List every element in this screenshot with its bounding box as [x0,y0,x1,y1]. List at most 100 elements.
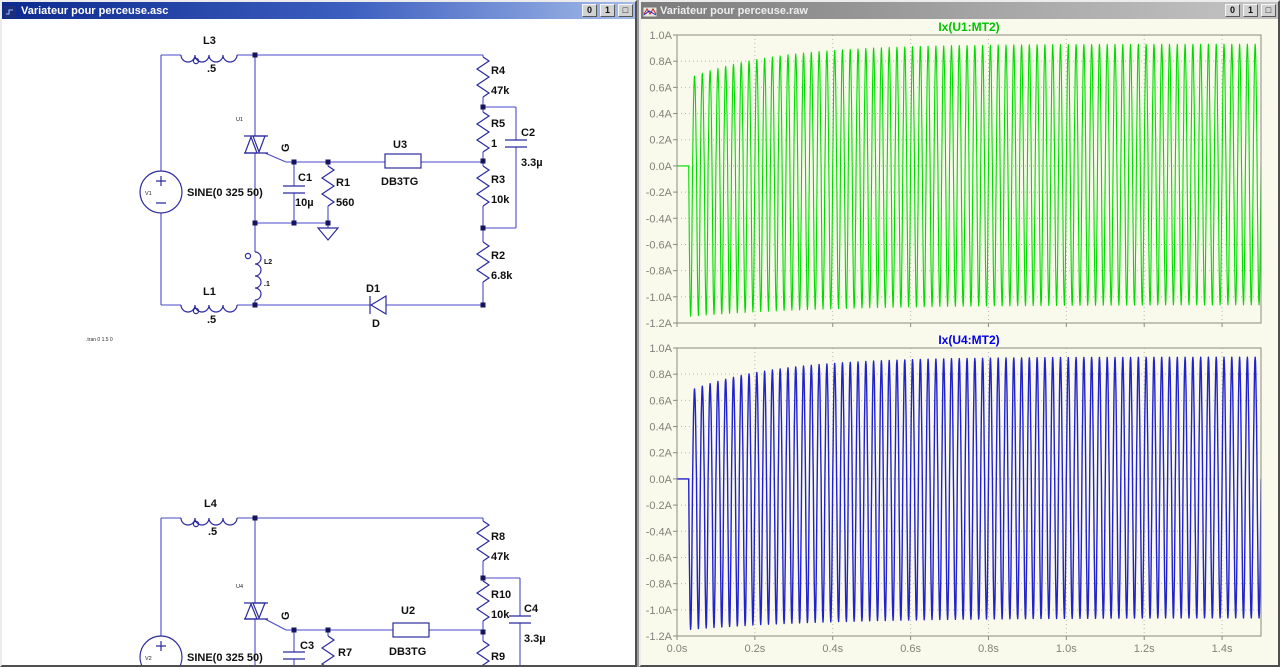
y-axis-tick-label: -0.4A [646,526,673,538]
value-D1: D [372,318,380,330]
ground-symbol [316,227,340,241]
label-C4: C4 [524,603,539,615]
capacitor-C3 [283,651,305,660]
capacitor-C1 [283,185,305,194]
value-R4: 47k [491,85,510,97]
schematic-titlebar[interactable]: Variateur pour perceuse.asc 0 1 □ [2,2,635,19]
minimize-button[interactable]: 0 [1225,4,1240,17]
label-R7: R7 [338,647,352,659]
ltspice-workspace: Variateur pour perceuse.asc 0 1 □ L3 .5 … [0,0,1280,667]
phase-dot-L2 [244,252,252,260]
resistor-R2 [476,241,490,283]
triac-U1 [244,135,268,154]
x-axis-tick-label: 1.2s [1134,643,1155,655]
plot-title: Ix(U4:MT2) [938,333,999,347]
waveform-window-title: Variateur pour perceuse.raw [660,4,808,17]
y-axis-tick-label: -0.2A [646,500,673,512]
restore-button[interactable]: 1 [600,4,615,17]
waveform-trace [677,356,1261,630]
inductor-L3 [180,54,238,63]
gate-label-bottom: G [280,611,292,620]
label-L4: L4 [204,498,218,510]
value-U3: DB3TG [381,176,418,188]
resistor-R7 [321,635,335,667]
waveform-window: Variateur pour perceuse.raw 0 1 □ 1.0A 0.… [639,0,1280,667]
label-U4: U4 [236,584,243,590]
waveform-file-icon [642,5,658,17]
y-axis-tick-label: -1.0A [646,292,673,304]
y-axis-tick-label: -0.6A [646,552,673,564]
resistor-R9 [476,640,490,667]
value-L3: .5 [207,63,216,75]
label-L2: L2 [264,259,272,266]
label-U3: U3 [393,139,407,151]
y-axis-tick-label: -0.2A [646,187,673,199]
value-R3: 10k [491,194,510,206]
schematic-drawing: L3 .5 V1 SINE(0 325 50) U1 G C1 10µ R1 5… [86,35,546,667]
y-axis-tick-label: 0.8A [649,56,672,68]
value-V2: SINE(0 325 50) [187,652,263,664]
value-L1: .5 [207,314,216,326]
value-L4: .5 [208,526,217,538]
inductor-L4 [180,517,238,526]
x-axis-tick-label: 0.8s [978,643,999,655]
inductor-L2 [254,251,262,301]
schematic-canvas[interactable]: L3 .5 V1 SINE(0 325 50) U1 G C1 10µ R1 5… [2,19,635,667]
y-axis-tick-label: -1.0A [646,605,673,617]
y-axis-tick-label: 0.2A [649,135,672,147]
gate-label-top: G [280,143,292,152]
resistor-R4 [476,56,490,98]
schematic-file-icon [4,5,18,18]
plot-pane-2: 1.0A 0.8A 0.6A 0.4A 0.2A 0.0A -0.2A -0.4A -0.6A -… [646,333,1262,655]
y-axis-tick-label: 0.4A [649,422,672,434]
value-R1: 560 [336,197,354,209]
circuit-wires [160,54,521,665]
simulation-directive: .tran 0 1.5 0 [86,337,113,343]
waveform-titlebar[interactable]: Variateur pour perceuse.raw 0 1 □ [641,2,1278,19]
y-axis-tick-label: 0.0A [649,161,672,173]
value-C4: 3.3µ [524,633,546,645]
label-C1: C1 [298,172,312,184]
value-R2: 6.8k [491,270,513,282]
y-axis-tick-label: 0.8A [649,369,672,381]
label-D1: D1 [366,283,380,295]
value-C1: 10µ [295,197,314,209]
capacitor-C4 [509,615,531,624]
x-axis-tick-label: 0.4s [822,643,843,655]
y-axis-tick-label: 1.0A [649,343,672,355]
y-axis-tick-label: 0.4A [649,109,672,121]
x-axis-tick-label: 1.0s [1056,643,1077,655]
diode-D1 [369,294,387,316]
y-axis-tick-label: -0.6A [646,239,673,251]
label-U1: U1 [236,117,243,123]
waveform-canvas[interactable]: 1.0A 0.8A 0.6A 0.4A 0.2A 0.0A -0.2A -0.4A -0.6A -… [641,19,1278,665]
maximize-button[interactable]: □ [618,4,633,17]
label-R4: R4 [491,65,506,77]
schematic-window-title: Variateur pour perceuse.asc [21,4,169,17]
waveform-trace [677,43,1261,317]
value-R10: 10k [491,609,510,621]
junction-dots [252,52,486,635]
label-R8: R8 [491,531,505,543]
minimize-button[interactable]: 0 [582,4,597,17]
maximize-button[interactable]: □ [1261,4,1276,17]
label-V1: V1 [145,191,152,197]
value-L2: .1 [264,281,270,288]
diac-U3 [384,153,422,169]
y-axis-tick-label: -1.2A [646,318,673,330]
label-L1: L1 [203,286,216,298]
resistor-R3 [476,165,490,207]
inductor-L1 [180,304,238,313]
capacitor-C2 [505,139,527,148]
y-axis-tick-label: 1.0A [649,30,672,42]
y-axis-tick-label: -0.4A [646,213,673,225]
label-U2: U2 [401,605,415,617]
value-R8: 47k [491,551,510,563]
y-axis-tick-label: 0.2A [649,448,672,460]
label-R10: R10 [491,589,511,601]
restore-button[interactable]: 1 [1243,4,1258,17]
y-axis-tick-label: -0.8A [646,266,673,278]
x-axis-tick-label: 0.6s [900,643,921,655]
label-R2: R2 [491,250,505,262]
value-V1: SINE(0 325 50) [187,187,263,199]
